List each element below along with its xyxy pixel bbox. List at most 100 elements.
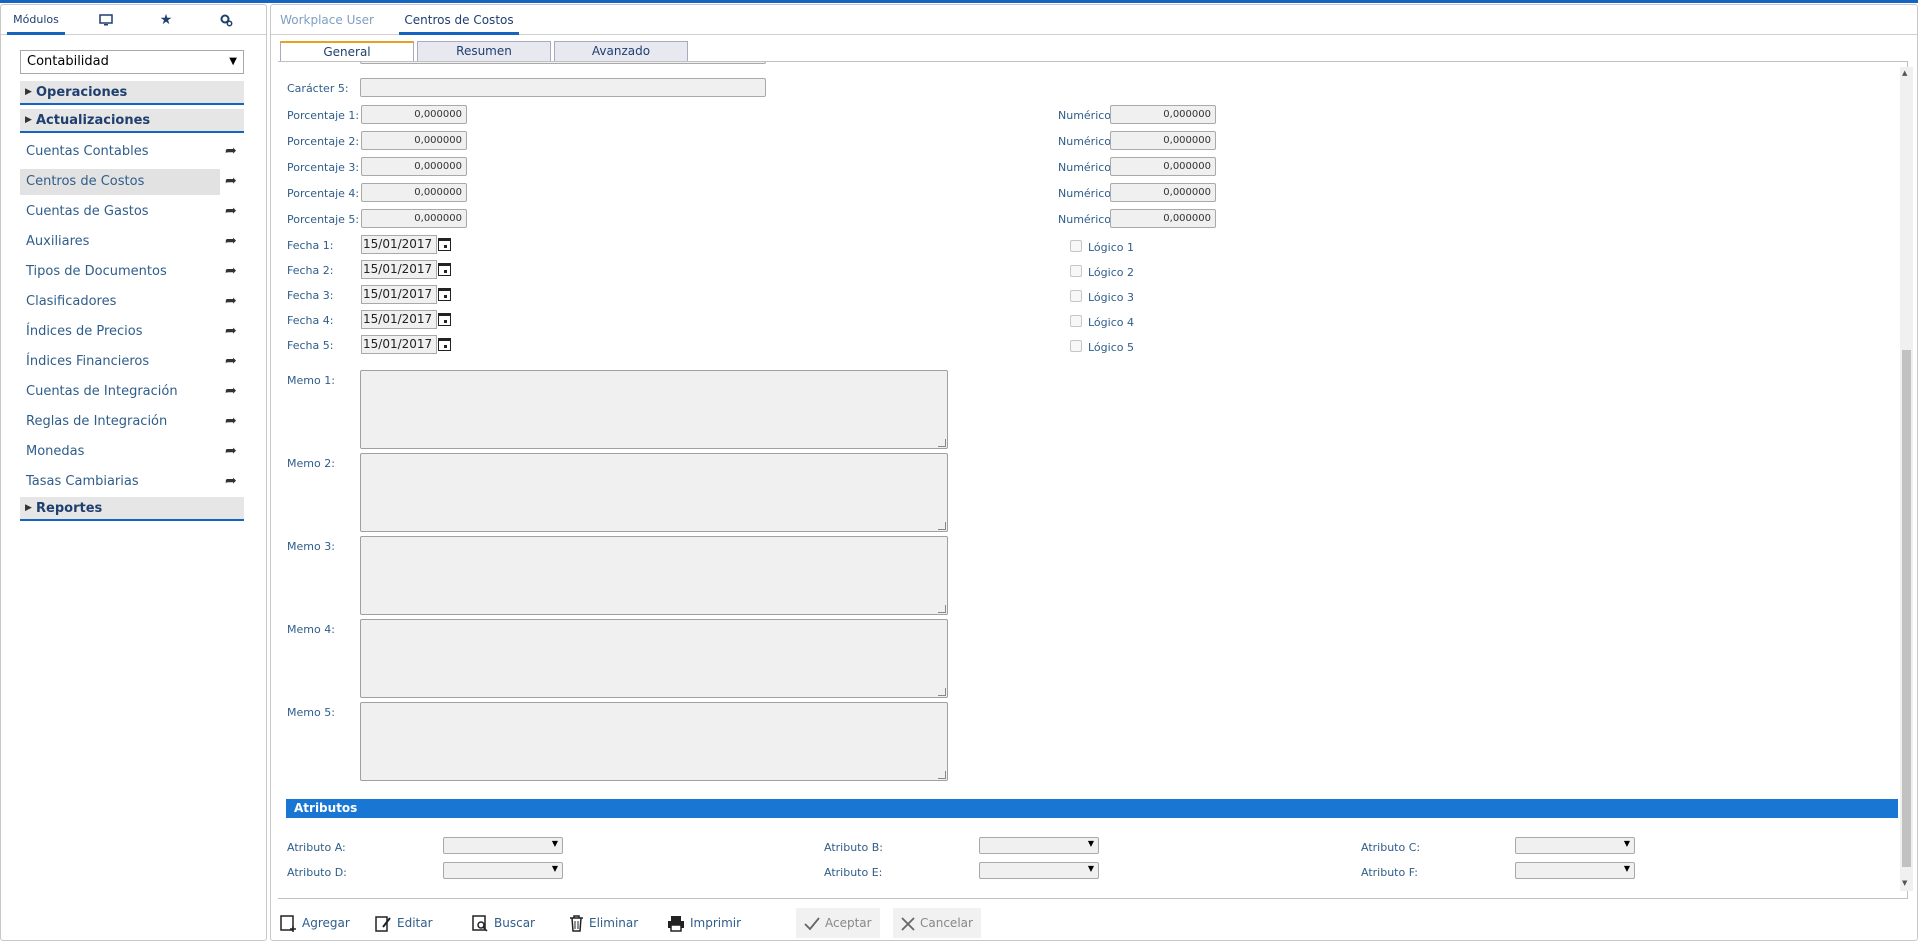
fecha-4-field[interactable]: 15/01/2017 (361, 310, 437, 329)
caracter4-field-partial[interactable] (360, 62, 766, 64)
share-icon[interactable]: ➦ (225, 233, 237, 249)
main-panel: Workplace User Centros de Costos General… (270, 4, 1918, 941)
sidebar-item-cuentas-de-integracion[interactable]: Cuentas de Integración (20, 379, 220, 405)
fecha-5-field[interactable]: 15/01/2017 (361, 335, 437, 354)
logico-1-checkbox[interactable] (1070, 240, 1082, 252)
share-icon[interactable]: ➦ (225, 473, 237, 489)
sidebar-item-clasificadores[interactable]: Clasificadores (20, 289, 220, 315)
dropdown-arrow-icon: ▼ (1623, 839, 1630, 848)
section-operaciones[interactable]: ▶ Operaciones (20, 81, 244, 105)
share-icon[interactable]: ➦ (225, 263, 237, 279)
cancelar-button[interactable]: Cancelar (893, 908, 981, 938)
sidebar-item-cuentas-de-gastos[interactable]: Cuentas de Gastos (20, 199, 220, 225)
share-icon[interactable]: ➦ (225, 293, 237, 309)
tab-centros-de-costos[interactable]: Centros de Costos (399, 5, 519, 35)
atributo-a-select[interactable]: ▼ (443, 837, 563, 854)
imprimir-button[interactable]: Imprimir (667, 911, 741, 935)
numerico-3-field[interactable]: 0,000000 (1110, 157, 1216, 176)
share-icon[interactable]: ➦ (225, 203, 237, 219)
calendar-icon[interactable] (438, 263, 451, 276)
calendar-icon[interactable] (438, 338, 451, 351)
atributo-label: Atributo E: (824, 866, 883, 879)
caracter5-field[interactable] (360, 78, 766, 97)
aceptar-button[interactable]: Aceptar (796, 908, 880, 938)
calendar-icon[interactable] (438, 288, 451, 301)
scroll-thumb[interactable] (1902, 350, 1911, 867)
star-icon[interactable]: ★ (151, 5, 181, 35)
sidebar-item-cuentas-contables[interactable]: Cuentas Contables (20, 139, 220, 165)
porcentaje-4-field[interactable]: 0,000000 (361, 183, 467, 202)
sidebar-item-indices-financieros[interactable]: Índices Financieros (20, 349, 220, 375)
share-icon[interactable]: ➦ (225, 383, 237, 399)
buscar-button[interactable]: Buscar (472, 911, 535, 935)
porcentaje-2-field[interactable]: 0,000000 (361, 131, 467, 150)
printer-icon (668, 916, 684, 932)
section-actualizaciones[interactable]: ▶ Actualizaciones (20, 109, 244, 133)
subtab-avanzado[interactable]: Avanzado (554, 41, 688, 61)
atributo-f-select[interactable]: ▼ (1515, 862, 1635, 879)
settings-icon[interactable] (211, 5, 241, 35)
fecha-3-field[interactable]: 15/01/2017 (361, 285, 437, 304)
tab-modulos[interactable]: Módulos (7, 5, 65, 35)
porcentaje-label: Porcentaje 2: (287, 135, 360, 148)
monitor-icon[interactable] (91, 5, 121, 35)
numerico-1-field[interactable]: 0,000000 (1110, 105, 1216, 124)
logico-5-checkbox[interactable] (1070, 340, 1082, 352)
sidebar-tabs: Módulos ★ (1, 5, 266, 35)
share-icon[interactable]: ➦ (225, 443, 237, 459)
memo-3-textarea[interactable] (360, 536, 948, 615)
module-select[interactable]: Contabilidad ▼ (20, 50, 244, 74)
tab-workplace-user[interactable]: Workplace User (277, 5, 377, 35)
logico-4-checkbox[interactable] (1070, 315, 1082, 327)
top-accent-line (0, 0, 1918, 3)
subtab-resumen[interactable]: Resumen (417, 41, 551, 61)
numerico-5-field[interactable]: 0,000000 (1110, 209, 1216, 228)
memo-5-textarea[interactable] (360, 702, 948, 781)
sidebar-item-monedas[interactable]: Monedas (20, 439, 220, 465)
share-icon[interactable]: ➦ (225, 143, 237, 159)
atributo-c-select[interactable]: ▼ (1515, 837, 1635, 854)
logico-2-checkbox[interactable] (1070, 265, 1082, 277)
calendar-icon[interactable] (438, 313, 451, 326)
sidebar-item-auxiliares[interactable]: Auxiliares (20, 229, 220, 255)
section-reportes[interactable]: ▶ Reportes (20, 497, 244, 521)
scroll-down-icon[interactable]: ▼ (1902, 879, 1907, 887)
sidebar-item-tasas-cambiarias[interactable]: Tasas Cambiarias (20, 469, 220, 495)
aceptar-label: Aceptar (825, 916, 872, 930)
atributo-d-select[interactable]: ▼ (443, 862, 563, 879)
porcentaje-1-field[interactable]: 0,000000 (361, 105, 467, 124)
agregar-label: Agregar (302, 916, 350, 930)
sidebar-item-centros-de-costos[interactable]: Centros de Costos (20, 169, 220, 195)
caracter5-label: Carácter 5: (287, 82, 349, 95)
subtab-general[interactable]: General (280, 41, 414, 61)
share-icon[interactable]: ➦ (225, 323, 237, 339)
section-label: Actualizaciones (36, 113, 151, 128)
logico-3-checkbox[interactable] (1070, 290, 1082, 302)
scroll-up-icon[interactable]: ▲ (1902, 69, 1907, 77)
atributo-b-select[interactable]: ▼ (979, 837, 1099, 854)
atributo-e-select[interactable]: ▼ (979, 862, 1099, 879)
memo-2-textarea[interactable] (360, 453, 948, 532)
porcentaje-5-field[interactable]: 0,000000 (361, 209, 467, 228)
calendar-icon[interactable] (438, 238, 451, 251)
fecha-1-field[interactable]: 15/01/2017 (361, 235, 437, 254)
share-icon[interactable]: ➦ (225, 173, 237, 189)
numerico-2-field[interactable]: 0,000000 (1110, 131, 1216, 150)
share-icon[interactable]: ➦ (225, 413, 237, 429)
agregar-button[interactable]: Agregar (280, 911, 350, 935)
porcentaje-3-field[interactable]: 0,000000 (361, 157, 467, 176)
sidebar-item-tipos-de-documentos[interactable]: Tipos de Documentos (20, 259, 220, 285)
memo-4-textarea[interactable] (360, 619, 948, 698)
porcentaje-label: Porcentaje 3: (287, 161, 360, 174)
vertical-scrollbar[interactable]: ▲ ▼ (1900, 67, 1913, 891)
fecha-2-field[interactable]: 15/01/2017 (361, 260, 437, 279)
sidebar-item-indices-de-precios[interactable]: Índices de Precios (20, 319, 220, 345)
numerico-4-field[interactable]: 0,000000 (1110, 183, 1216, 202)
sidebar-item-reglas-de-integracion[interactable]: Reglas de Integración (20, 409, 220, 435)
memo-label: Memo 5: (287, 706, 335, 719)
editar-button[interactable]: Editar (375, 911, 433, 935)
dropdown-arrow-icon: ▼ (1087, 864, 1094, 873)
eliminar-button[interactable]: Eliminar (569, 911, 638, 935)
share-icon[interactable]: ➦ (225, 353, 237, 369)
memo-1-textarea[interactable] (360, 370, 948, 449)
